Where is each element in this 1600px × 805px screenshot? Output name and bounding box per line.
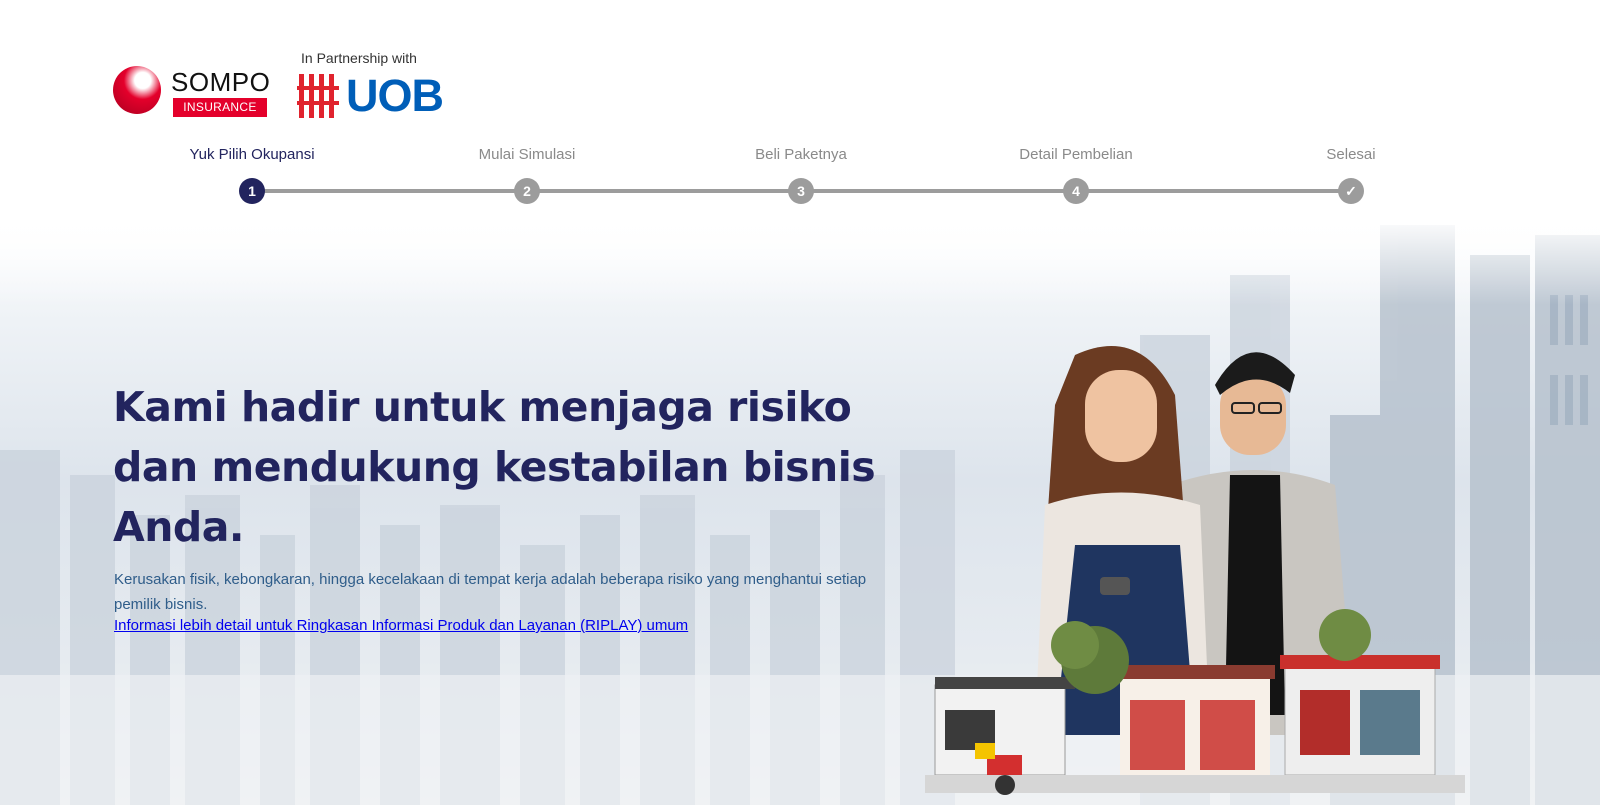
step-number: 3	[788, 178, 814, 204]
uob-logo[interactable]: UOB	[297, 70, 457, 121]
step-number: 2	[514, 178, 540, 204]
step-label: Mulai Simulasi	[478, 146, 576, 163]
hero-banner: Kami hadir untuk menjaga risiko dan mend…	[0, 215, 1600, 805]
step-label: Beli Paketnya	[755, 146, 847, 163]
step-label: Detail Pembelian	[1019, 146, 1133, 163]
riplay-info-link[interactable]: Informasi lebih detail untuk Ringkasan I…	[114, 617, 688, 634]
hero-description: Kerusakan fisik, kebongkaran, hingga kec…	[114, 571, 867, 613]
step-label: Selesai	[1326, 146, 1376, 163]
sompo-insurance-tag: INSURANCE	[173, 98, 267, 117]
uob-emblem-icon	[297, 74, 339, 118]
uob-wordmark: UOB	[346, 70, 444, 121]
sompo-emblem-icon	[113, 66, 161, 114]
hero-title: Kami hadir untuk menjaga risiko dan mend…	[113, 383, 876, 551]
sompo-wordmark: SOMPO	[171, 67, 271, 97]
site-header: SOMPO INSURANCE In Partnership with UOB …	[0, 0, 1600, 220]
progress-stepper: Yuk Pilih Okupansi 1 Mulai Simulasi 2 Be…	[0, 140, 1600, 210]
checkmark-icon: ✓	[1338, 178, 1364, 204]
sompo-insurance-logo[interactable]: SOMPO INSURANCE	[113, 64, 273, 118]
step-number: 1	[239, 178, 265, 204]
business-owners-illustration	[925, 346, 1465, 795]
hero-top-fade	[0, 215, 1600, 305]
step-label: Yuk Pilih Okupansi	[189, 146, 315, 163]
step-number: 4	[1063, 178, 1089, 204]
partnership-caption: In Partnership with	[301, 50, 417, 66]
